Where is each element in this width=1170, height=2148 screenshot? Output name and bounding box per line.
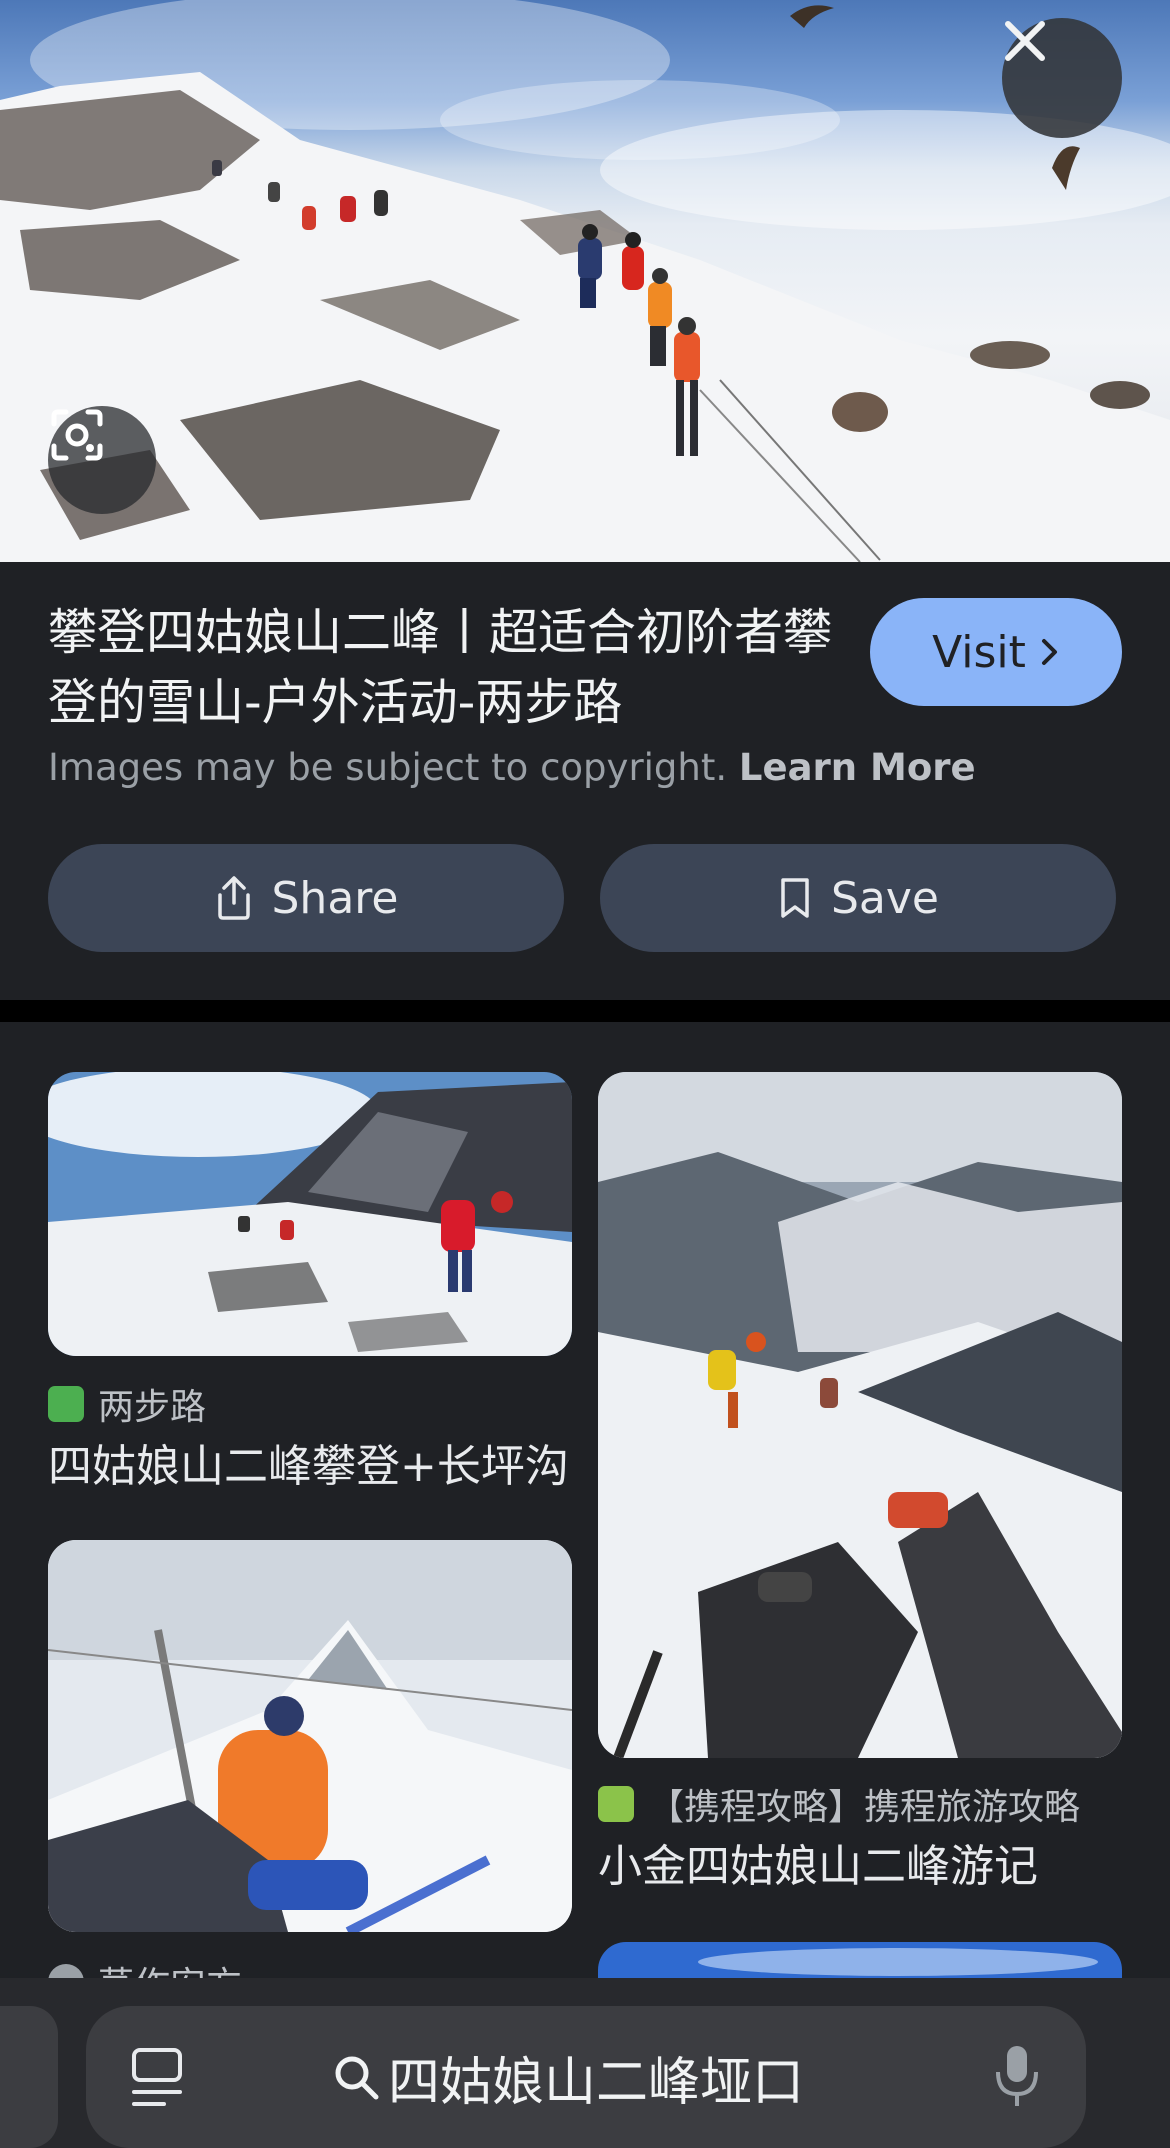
close-icon: [1005, 21, 1045, 61]
visit-button[interactable]: Visit: [870, 598, 1122, 706]
visit-label: Visit: [932, 626, 1026, 678]
related-image-3-art: [48, 1540, 572, 1932]
bookmark-icon: [781, 878, 809, 918]
search-query-text: 四姑娘山二峰垭口: [388, 2053, 805, 2113]
lens-icon: [51, 409, 103, 461]
related-image-2[interactable]: [598, 1072, 1122, 1758]
search-icon: [335, 2056, 379, 2099]
close-button[interactable]: [1002, 18, 1122, 138]
related-image-1[interactable]: [48, 1072, 572, 1356]
source-favicon-1: [48, 1386, 84, 1422]
image-info-panel: 攀登四姑娘山二峰丨超适合初阶者攀登的雪山-户外活动-两步路 Visit Imag…: [0, 562, 1170, 1000]
tabs-menu-icon[interactable]: [128, 2046, 188, 2110]
bottom-search-bar: 四姑娘山二峰垭口: [0, 1978, 1170, 2148]
share-label: Share: [271, 872, 399, 924]
previous-tab-stub[interactable]: [0, 2006, 58, 2148]
source-favicon-2: [598, 1786, 634, 1822]
chevron-right-icon: [1041, 639, 1057, 665]
related-source-1[interactable]: 两步路: [48, 1378, 572, 1430]
share-icon: [217, 876, 250, 920]
mic-icon[interactable]: [992, 2042, 1042, 2112]
related-image-2-art: [598, 1072, 1122, 1758]
search-box[interactable]: 四姑娘山二峰垭口: [86, 2006, 1086, 2148]
image-title[interactable]: 攀登四姑娘山二峰丨超适合初阶者攀登的雪山-户外活动-两步路: [48, 598, 838, 738]
copyright-notice: Images may be subject to copyright. Lear…: [48, 746, 976, 789]
related-source-1-label: 两步路: [98, 1387, 207, 1428]
section-divider: [0, 1000, 1170, 1022]
related-caption-2[interactable]: 小金四姑娘山二峰游记: [598, 1830, 1122, 1894]
share-button[interactable]: Share: [48, 844, 564, 952]
learn-more-link[interactable]: Learn More: [739, 746, 976, 789]
copyright-text: Images may be subject to copyright.: [48, 746, 728, 789]
hero-image-art: [0, 0, 1170, 562]
save-button[interactable]: Save: [600, 844, 1116, 952]
related-source-2-label: 【携程攻略】携程旅游攻略: [648, 1787, 1081, 1828]
related-caption-1[interactable]: 四姑娘山二峰攀登+长坪沟: [48, 1430, 572, 1494]
hero-image[interactable]: [0, 0, 1170, 562]
related-image-3[interactable]: [48, 1540, 572, 1932]
save-label: Save: [830, 872, 939, 924]
search-query[interactable]: 四姑娘山二峰垭口: [332, 2040, 804, 2115]
related-image-1-art: [48, 1072, 572, 1356]
related-source-2[interactable]: 【携程攻略】携程旅游攻略: [598, 1778, 1122, 1830]
lens-button[interactable]: [48, 406, 156, 514]
